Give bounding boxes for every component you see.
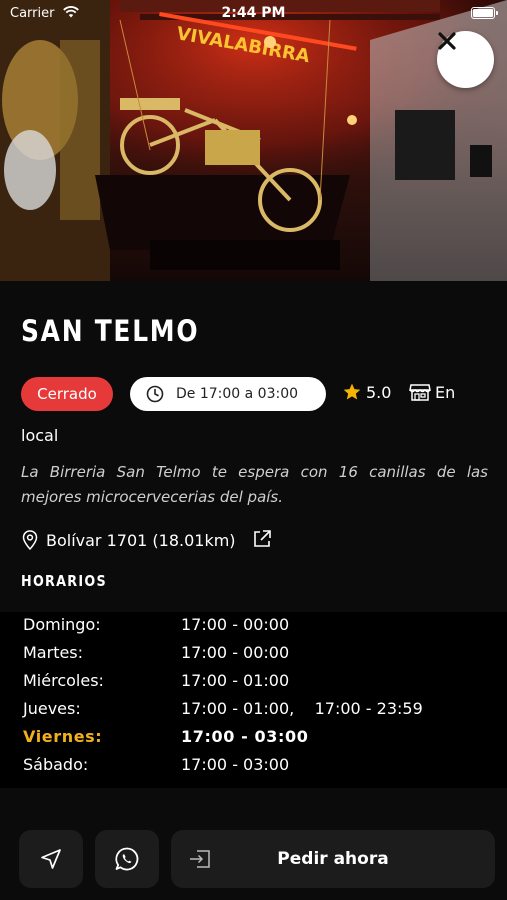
close-icon <box>438 32 456 50</box>
venue-title: SAN TELMO <box>21 314 200 348</box>
schedule-day: Jueves: <box>23 699 81 718</box>
clock-icon <box>146 385 164 403</box>
status-time: 2:44 PM <box>221 5 286 21</box>
address-text: Bolívar 1701 (18.01km) <box>46 530 236 550</box>
schedule-times: 17:00 - 00:00 <box>181 615 290 634</box>
service-type: En <box>409 382 455 402</box>
schedule-row: Jueves: 17:00 - 01:00, 17:00 - 23:59 <box>23 699 423 725</box>
location-pin-icon <box>22 530 38 550</box>
hero-image: VIVALABIRRA Carrier 2:44 PM <box>0 0 507 281</box>
schedule-row-today: Viernes: 17:00 - 03:00 <box>23 727 308 753</box>
schedule-times: 17:00 - 01:00 <box>181 671 290 690</box>
battery-icon <box>471 7 498 19</box>
directions-button[interactable] <box>19 830 83 888</box>
address-row[interactable]: Bolívar 1701 (18.01km) <box>22 530 236 550</box>
schedule-title: HORARIOS <box>21 572 107 590</box>
venue-description: La Birreria San Telmo te espera con 16 c… <box>21 463 488 506</box>
status-bar: Carrier 2:44 PM <box>0 0 507 28</box>
schedule-day: Sábado: <box>23 755 89 774</box>
login-icon <box>190 850 210 868</box>
schedule-times: 17:00 - 01:00, 17:00 - 23:59 <box>181 699 423 718</box>
whatsapp-icon <box>115 847 139 871</box>
star-icon <box>343 383 361 400</box>
hours-chip: De 17:00 a 03:00 <box>130 377 326 411</box>
schedule-day: Miércoles: <box>23 671 104 690</box>
hero-photo: VIVALABIRRA <box>0 0 507 281</box>
schedule-row: Sábado: 17:00 - 03:00 <box>23 755 289 781</box>
external-link-icon <box>254 530 271 547</box>
service-type-label: En <box>435 382 456 402</box>
hours-chip-label: De 17:00 a 03:00 <box>176 386 299 402</box>
schedule-row: Domingo: 17:00 - 00:00 <box>23 615 289 641</box>
schedule-table: Domingo: 17:00 - 00:00 Martes: 17:00 - 0… <box>0 612 507 788</box>
schedule-day: Domingo: <box>23 615 101 634</box>
rating-value: 5.0 <box>366 382 392 402</box>
schedule-row: Martes: 17:00 - 00:00 <box>23 643 289 669</box>
whatsapp-button[interactable] <box>95 830 159 888</box>
rating: 5.0 <box>342 382 391 402</box>
schedule-times: 17:00 - 03:00 <box>181 755 290 774</box>
open-map-link[interactable] <box>252 529 272 553</box>
navigation-arrow-icon <box>41 849 61 869</box>
schedule-day: Viernes: <box>23 727 103 746</box>
order-now-button[interactable]: Pedir ahora <box>171 830 495 888</box>
service-type-label-cont: local <box>21 426 59 445</box>
order-now-label: Pedir ahora <box>277 849 389 869</box>
schedule-day: Martes: <box>23 643 84 662</box>
store-icon <box>409 384 431 401</box>
schedule-row: Miércoles: 17:00 - 01:00 <box>23 671 289 697</box>
status-badge: Cerrado <box>21 377 113 411</box>
close-button[interactable] <box>437 31 494 88</box>
schedule-times: 17:00 - 03:00 <box>181 727 309 746</box>
schedule-times: 17:00 - 00:00 <box>181 643 290 662</box>
